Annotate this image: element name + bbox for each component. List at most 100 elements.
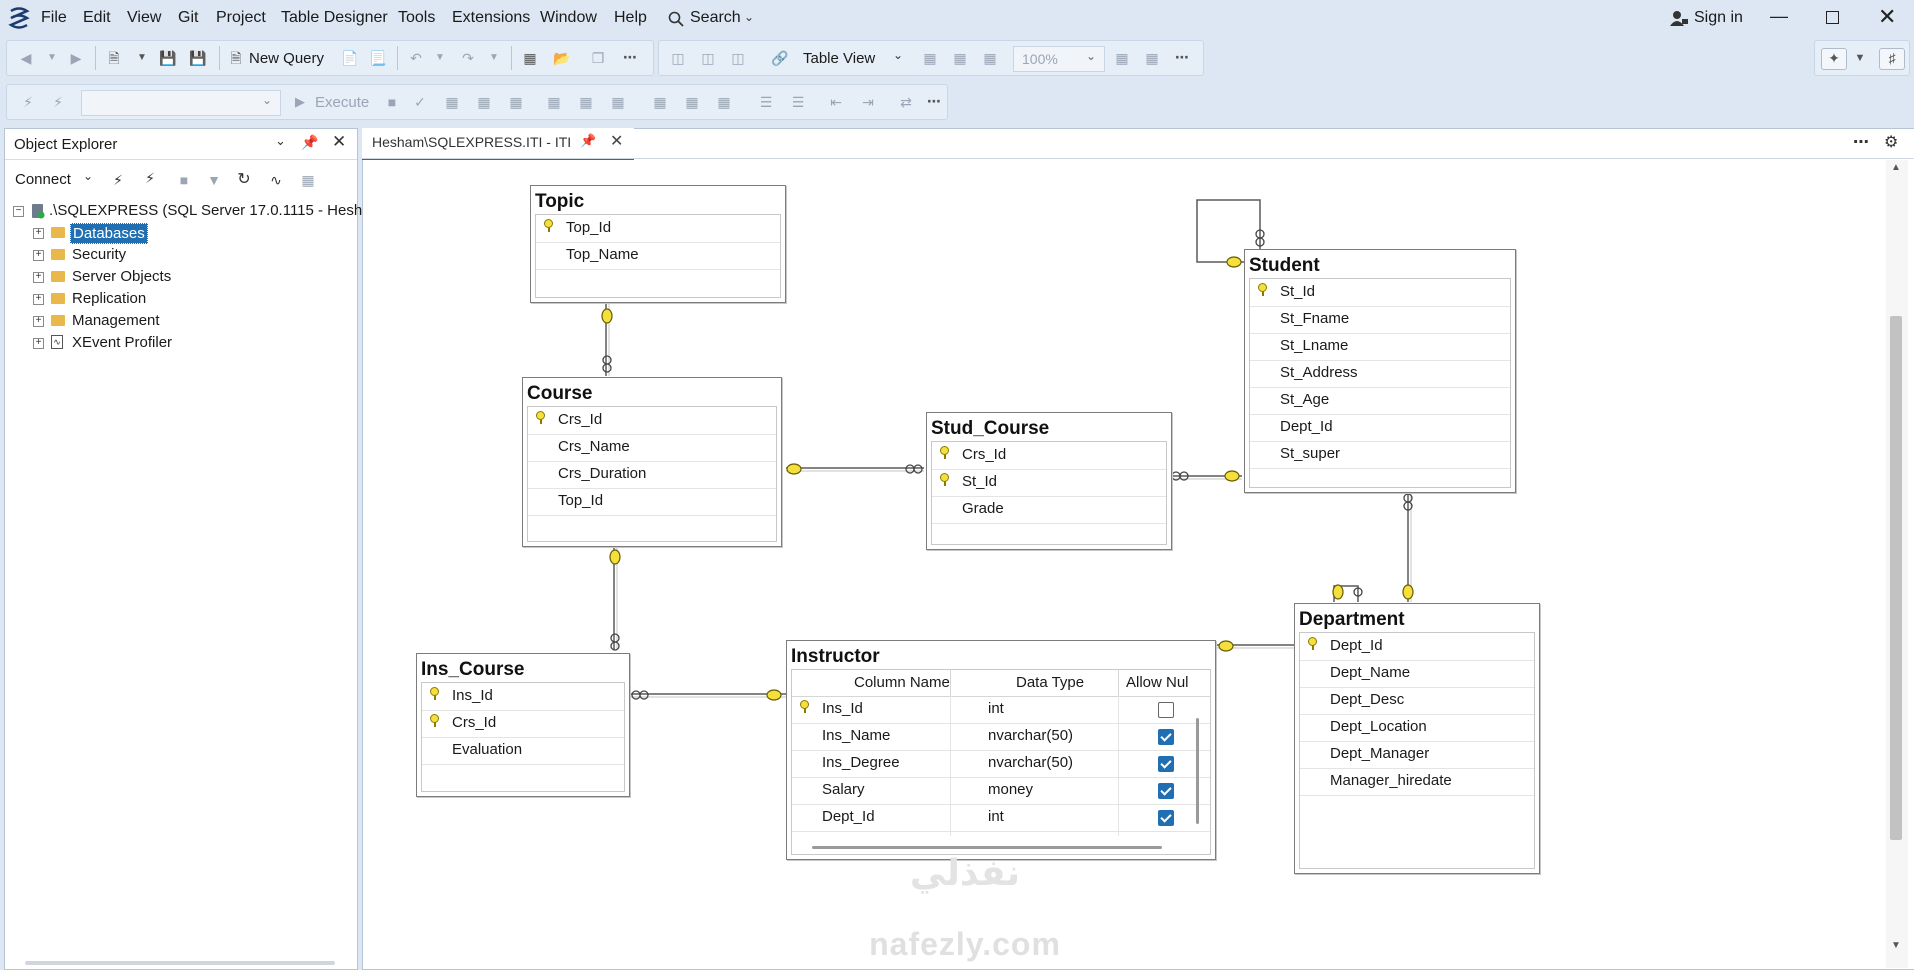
column-row[interactable]: Dept_Desc [1300, 687, 1534, 715]
table-columns: Dept_Id Dept_Name Dept_Desc Dept_Locatio… [1299, 632, 1535, 869]
table-columns: St_Id St_Fname St_Lname St_Address St_Ag… [1249, 278, 1511, 488]
column-row[interactable]: Crs_Id [932, 442, 1166, 470]
table-topic[interactable]: Topic Top_Id Top_Name [530, 185, 786, 303]
primary-key-icon [536, 411, 545, 424]
column-row[interactable]: Ins_Id [422, 683, 624, 711]
column-name: St_Address [1280, 364, 1358, 381]
column-row[interactable]: Dept_Manager [1300, 741, 1534, 769]
column-name: Dept_Manager [1330, 745, 1430, 762]
column-row[interactable]: Manager_hiredate [1300, 768, 1534, 796]
column-row[interactable]: Dept_Id [1300, 633, 1534, 661]
column-row[interactable]: St_Id [1250, 279, 1510, 307]
column-name: Dept_Id [1280, 418, 1333, 435]
column-name: Crs_Id [452, 714, 497, 731]
allow-nulls-checkbox[interactable] [1158, 783, 1174, 799]
table-grid: Column Name Data Type Allow Nul Ins_Id i… [791, 669, 1211, 855]
column-row[interactable]: Crs_Duration [528, 461, 776, 489]
column-name: Ins_Id [452, 687, 493, 704]
column-row[interactable]: Top_Name [536, 242, 780, 270]
table-instructor[interactable]: Instructor Column Name Data Type Allow N… [786, 640, 1216, 860]
data-type-cell[interactable]: int [988, 700, 1004, 717]
primary-key-icon [1258, 283, 1267, 296]
column-name: Crs_Id [558, 411, 603, 428]
column-row[interactable]: Dept_Location [1300, 714, 1534, 742]
column-row[interactable]: Grade [932, 496, 1166, 524]
grid-row[interactable]: Salary money [792, 777, 1210, 805]
grid-vertical-scrollbar[interactable] [1196, 718, 1199, 824]
table-title: Student [1249, 255, 1320, 276]
allow-nulls-checkbox[interactable] [1158, 810, 1174, 826]
column-name: St_Id [962, 473, 998, 490]
column-row[interactable]: St_Address [1250, 360, 1510, 388]
column-name-cell[interactable]: Ins_Id [822, 700, 863, 717]
column-row[interactable]: Crs_Name [528, 434, 776, 462]
table-department[interactable]: Department Dept_Id Dept_Name Dept_Desc D… [1294, 603, 1540, 874]
table-title: Instructor [791, 646, 880, 667]
table-ins-course[interactable]: Ins_Course Ins_Id Crs_Id Evaluation [416, 653, 630, 797]
data-type-cell[interactable]: nvarchar(50) [988, 754, 1073, 771]
column-name: St_Fname [1280, 310, 1350, 327]
watermark-logo-arabic: نفذلي [909, 852, 1021, 893]
column-name: Crs_Duration [558, 465, 647, 482]
primary-key-icon [544, 219, 553, 232]
primary-key-icon [940, 473, 949, 486]
column-name: St_Age [1280, 391, 1330, 408]
column-name: Dept_Id [1330, 637, 1383, 654]
grid-row[interactable]: Ins_Name nvarchar(50) [792, 723, 1210, 751]
column-row[interactable]: Top_Id [528, 488, 776, 516]
column-name-cell[interactable]: Ins_Degree [822, 754, 900, 771]
allow-nulls-checkbox[interactable] [1158, 756, 1174, 772]
table-student[interactable]: Student St_Id St_Fname St_Lname St_Addre… [1244, 249, 1516, 493]
allow-nulls-checkbox[interactable] [1158, 729, 1174, 745]
table-title: Ins_Course [421, 659, 525, 680]
column-row[interactable]: Top_Id [536, 215, 780, 243]
table-columns: Crs_Id St_Id Grade [931, 441, 1167, 545]
column-name: Dept_Location [1330, 718, 1427, 735]
column-name: Top_Name [566, 246, 639, 263]
column-name: Top_Id [558, 492, 604, 509]
column-name-cell[interactable]: Ins_Name [822, 727, 890, 744]
table-course[interactable]: Course Crs_Id Crs_Name Crs_Duration Top_… [522, 377, 782, 547]
column-row[interactable]: Evaluation [422, 737, 624, 765]
header-column-name[interactable]: Column Name [854, 674, 950, 691]
column-row[interactable]: St_super [1250, 441, 1510, 469]
column-row[interactable]: Crs_Id [422, 710, 624, 738]
column-name: Evaluation [452, 741, 523, 758]
column-name: St_Id [1280, 283, 1316, 300]
column-row[interactable]: Crs_Id [528, 407, 776, 435]
header-allow-nulls[interactable]: Allow Nul [1126, 674, 1189, 691]
column-name: Dept_Name [1330, 664, 1411, 681]
column-name: Manager_hiredate [1330, 772, 1452, 789]
primary-key-icon [800, 700, 809, 713]
data-type-cell[interactable]: nvarchar(50) [988, 727, 1073, 744]
column-name: Crs_Name [558, 438, 630, 455]
grid-horizontal-scrollbar[interactable] [812, 846, 1162, 849]
data-type-cell[interactable]: int [988, 808, 1004, 825]
table-title: Topic [535, 191, 585, 212]
table-title: Course [527, 383, 593, 404]
column-row[interactable]: St_Id [932, 469, 1166, 497]
table-title: Department [1299, 609, 1405, 630]
table-columns: Ins_Id Crs_Id Evaluation [421, 682, 625, 792]
table-stud-course[interactable]: Stud_Course Crs_Id St_Id Grade [926, 412, 1172, 550]
grid-row[interactable]: Ins_Id int [792, 696, 1210, 724]
column-row[interactable]: St_Fname [1250, 306, 1510, 334]
primary-key-icon [1308, 637, 1317, 650]
header-data-type[interactable]: Data Type [1016, 674, 1084, 691]
allow-nulls-checkbox[interactable] [1158, 702, 1174, 718]
column-name-cell[interactable]: Dept_Id [822, 808, 875, 825]
column-name: Crs_Id [962, 446, 1007, 463]
primary-key-icon [940, 446, 949, 459]
column-name-cell[interactable]: Salary [822, 781, 865, 798]
column-row[interactable]: Dept_Id [1250, 414, 1510, 442]
column-row[interactable]: St_Lname [1250, 333, 1510, 361]
grid-row[interactable]: Ins_Degree nvarchar(50) [792, 750, 1210, 778]
column-name: St_super [1280, 445, 1341, 462]
data-type-cell[interactable]: money [988, 781, 1033, 798]
grid-header: Column Name Data Type Allow Nul [792, 670, 1210, 697]
column-row[interactable]: St_Age [1250, 387, 1510, 415]
column-row[interactable]: Dept_Name [1300, 660, 1534, 688]
column-name: St_Lname [1280, 337, 1349, 354]
column-name: Grade [962, 500, 1004, 517]
grid-row[interactable]: Dept_Id int [792, 804, 1210, 832]
